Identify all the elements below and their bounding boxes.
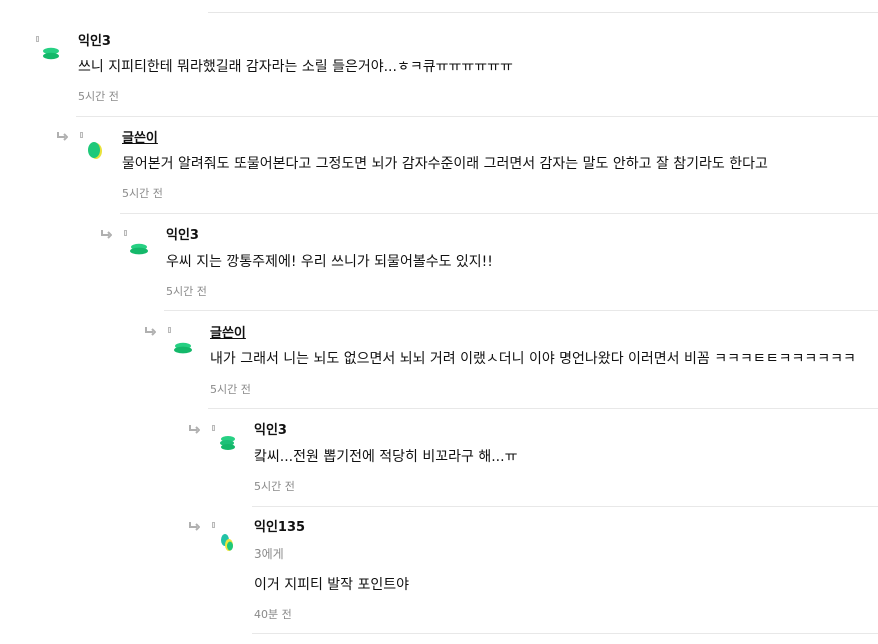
comment-divider	[208, 408, 878, 409]
reply-arrow-icon	[188, 521, 200, 531]
avatar[interactable]	[36, 36, 66, 72]
comment-divider	[120, 213, 878, 214]
top-divider	[208, 12, 878, 13]
commenter-name[interactable]: 글쓴이	[210, 326, 246, 342]
commenter-name[interactable]: 글쓴이	[122, 131, 158, 147]
reply-mention: 3에게	[254, 547, 284, 561]
comment-text: 물어본거 알려줘도 또물어본다고 그정도면 뇌가 감자수준이래 그러면서 감자는…	[122, 156, 768, 172]
comment-divider	[252, 506, 878, 507]
green-chip-avatar-icon	[174, 342, 192, 354]
commenter-name[interactable]: 익인3	[78, 34, 111, 50]
avatar[interactable]	[124, 230, 154, 266]
avatar[interactable]	[168, 327, 198, 363]
reply-arrow-icon	[100, 229, 112, 239]
badge-mark-icon	[36, 36, 39, 42]
comment-time: 5시간 전	[210, 383, 251, 396]
commenter-name[interactable]: 익인3	[254, 423, 287, 439]
badge-mark-icon	[124, 230, 127, 236]
badge-mark-icon	[80, 132, 83, 138]
badge-mark-icon	[212, 425, 215, 431]
comment-time: 40분 전	[254, 608, 292, 621]
commenter-name[interactable]: 익인135	[254, 520, 305, 536]
comment-time: 5시간 전	[254, 480, 295, 493]
comment-divider	[76, 116, 878, 117]
commenter-name[interactable]: 익인3	[166, 228, 199, 244]
comment-text: 우씨 지는 깡통주제에! 우리 쓰니가 되물어볼수도 있지!!	[166, 254, 493, 270]
comment-text: 내가 그래서 니는 뇌도 없으면서 뇌뇌 거려 이랬ㅅ더니 이야 명언나왔다 이…	[210, 351, 856, 367]
comment-time: 5시간 전	[122, 187, 163, 200]
comment-text: 이거 지피티 발작 포인트야	[254, 577, 410, 593]
avatar[interactable]	[212, 425, 242, 461]
green-chip-avatar-icon	[130, 243, 148, 255]
reply-arrow-icon	[144, 326, 156, 336]
avatar[interactable]	[80, 132, 110, 168]
comment-divider	[252, 633, 878, 634]
green-yellow-blob-avatar-icon	[88, 142, 102, 159]
reply-arrow-icon	[188, 424, 200, 434]
green-chip-avatar-icon	[220, 436, 235, 450]
comment-divider	[164, 310, 878, 311]
badge-mark-icon	[212, 522, 215, 528]
comment-time: 5시간 전	[166, 285, 207, 298]
teal-yellow-blob-avatar-icon	[221, 534, 233, 551]
avatar[interactable]	[212, 522, 242, 558]
green-chip-avatar-icon	[43, 47, 59, 60]
reply-arrow-icon	[56, 131, 68, 141]
comment-time: 5시간 전	[78, 90, 119, 103]
comment-text: 캌씨...전원 뽑기전에 적당히 비꼬라구 해...ㅠ	[254, 449, 518, 465]
comment-text: 쓰니 지피티한테 뭐라했길래 감자라는 소릴 들은거야...ㅎㅋ큐ㅠㅠㅠㅠㅠㅠ	[78, 59, 513, 75]
badge-mark-icon	[168, 327, 171, 333]
